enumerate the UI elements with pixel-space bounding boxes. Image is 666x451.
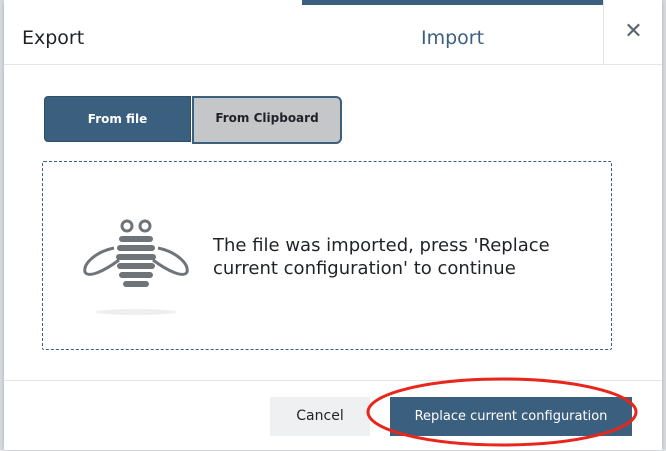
replace-configuration-button[interactable]: Replace current configuration <box>390 397 632 436</box>
import-status-message: The file was imported, press 'Replace cu… <box>213 235 550 279</box>
from-clipboard-button[interactable]: From Clipboard <box>192 96 342 144</box>
close-icon: ✕ <box>624 19 643 44</box>
from-file-button[interactable]: From file <box>44 96 191 142</box>
dialog-tabs: Export Import ✕ <box>4 0 662 65</box>
close-button[interactable]: ✕ <box>603 0 663 64</box>
tab-import[interactable]: Import <box>302 0 603 64</box>
bee-icon <box>83 219 189 315</box>
cancel-button[interactable]: Cancel <box>270 397 370 436</box>
file-dropzone[interactable]: The file was imported, press 'Replace cu… <box>42 161 612 350</box>
import-export-dialog: Export Import ✕ From file From Clipboard… <box>4 0 662 450</box>
tab-export[interactable]: Export <box>22 0 84 64</box>
dialog-footer: Cancel Replace current configuration <box>4 380 662 451</box>
